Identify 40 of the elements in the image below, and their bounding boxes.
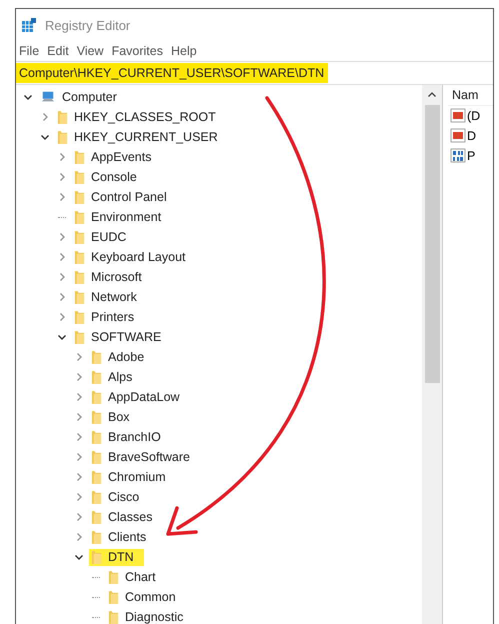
address-field[interactable]: Computer\HKEY_CURRENT_USER\SOFTWARE\DTN [16,63,328,83]
value-name[interactable]: (D [467,109,480,123]
tree-item[interactable]: Network [72,288,139,306]
tree-item[interactable]: Console [72,168,139,186]
window-title: Registry Editor [45,18,130,32]
highlighted-tree-item[interactable]: DTN [89,548,144,566]
tree-item[interactable]: HKEY_CURRENT_USER [55,128,220,146]
menu-item[interactable]: Edit [47,44,69,58]
tree-item[interactable]: Environment [72,208,164,226]
tree-item[interactable]: AppDataLow [89,388,182,406]
value-name[interactable]: D [467,129,476,143]
scrollbar-thumb[interactable] [424,105,440,383]
tree-item[interactable]: Cisco [89,488,142,506]
tree-item[interactable]: Keyboard Layout [72,248,188,266]
tree-item[interactable]: Chromium [89,468,168,486]
tree-item[interactable]: Clients [89,528,148,546]
tree-item[interactable]: SOFTWARE [72,328,164,346]
tree-item[interactable]: Microsoft [72,268,144,286]
tree-item[interactable]: Common [106,588,178,606]
menu-item[interactable]: View [76,44,104,58]
app-icon [21,17,37,33]
tree-item[interactable]: Printers [72,308,136,326]
tree-item[interactable]: BranchIO [89,428,163,446]
tree-item[interactable]: Classes [89,508,154,526]
tree-item[interactable]: Alps [89,368,134,386]
menu-item[interactable]: File [19,44,40,58]
tree-item[interactable]: BraveSoftware [89,448,192,466]
tree-item[interactable]: Chart [106,568,158,586]
value-name[interactable]: P [467,149,476,163]
tree-item[interactable]: EUDC [72,228,128,246]
tree-item[interactable]: Box [89,408,132,426]
tree-item[interactable]: Diagnostic [106,608,186,624]
tree-item[interactable]: Adobe [89,348,146,366]
column-header[interactable]: Nam [448,85,493,106]
tree-item[interactable]: AppEvents [72,148,154,166]
tree-item[interactable]: Computer [38,89,119,105]
tree-item[interactable]: Control Panel [72,188,169,206]
menu-item[interactable]: Favorites [112,44,163,58]
menu-item[interactable]: Help [170,44,197,58]
tree-item[interactable]: HKEY_CLASSES_ROOT [55,108,218,126]
